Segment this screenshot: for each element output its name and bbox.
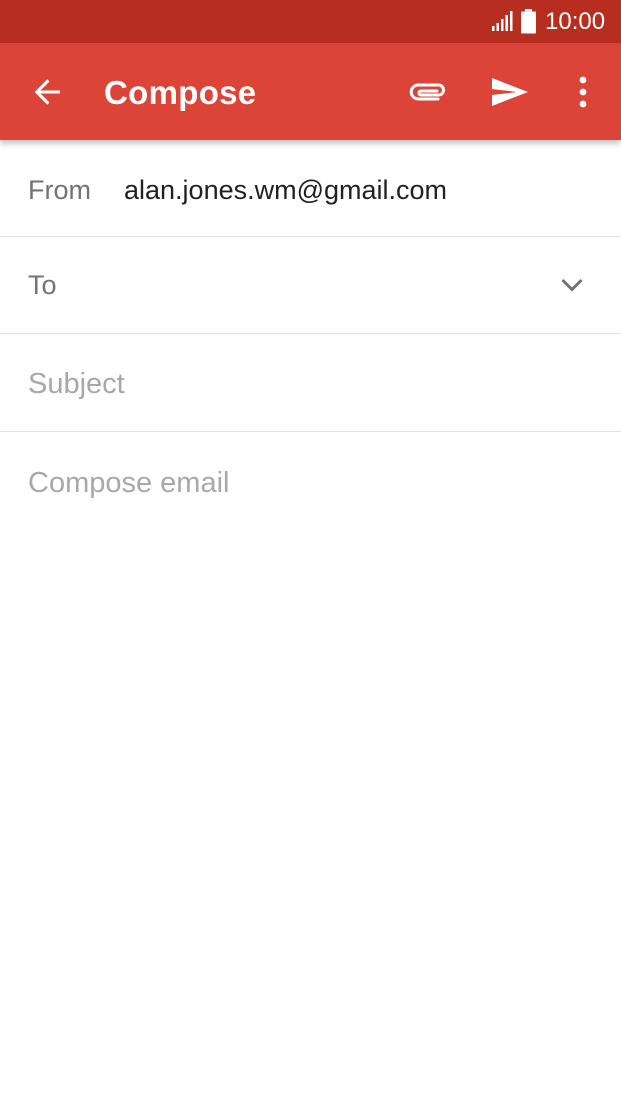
chevron-down-icon <box>561 278 583 292</box>
to-label: To <box>28 270 57 300</box>
more-vert-icon <box>579 76 587 108</box>
battery-icon <box>521 9 536 34</box>
paperclip-icon <box>409 83 446 101</box>
back-arrow-icon <box>34 79 60 105</box>
signal-icon <box>492 11 513 31</box>
send-icon <box>492 78 528 106</box>
compose-screen: 10:00 Compose From alan.jones.wm@gmail.c… <box>0 0 621 1104</box>
from-label: From <box>28 175 91 205</box>
attach-button[interactable] <box>398 62 458 122</box>
status-bar: 10:00 <box>0 0 621 43</box>
status-time: 10:00 <box>545 8 606 35</box>
subject-row <box>0 335 621 432</box>
to-row: To <box>0 237 621 334</box>
page-title: Compose <box>104 74 257 111</box>
to-input[interactable] <box>80 257 540 315</box>
compose-body-input[interactable] <box>28 462 598 1062</box>
app-bar: Compose <box>0 43 621 140</box>
subject-input[interactable] <box>28 355 588 413</box>
more-options-button[interactable] <box>558 62 608 122</box>
from-account[interactable]: alan.jones.wm@gmail.com <box>124 140 447 237</box>
send-button[interactable] <box>480 62 540 122</box>
from-row[interactable]: From alan.jones.wm@gmail.com <box>0 140 621 237</box>
expand-recipients-button[interactable] <box>552 265 592 305</box>
back-button[interactable] <box>18 62 78 122</box>
